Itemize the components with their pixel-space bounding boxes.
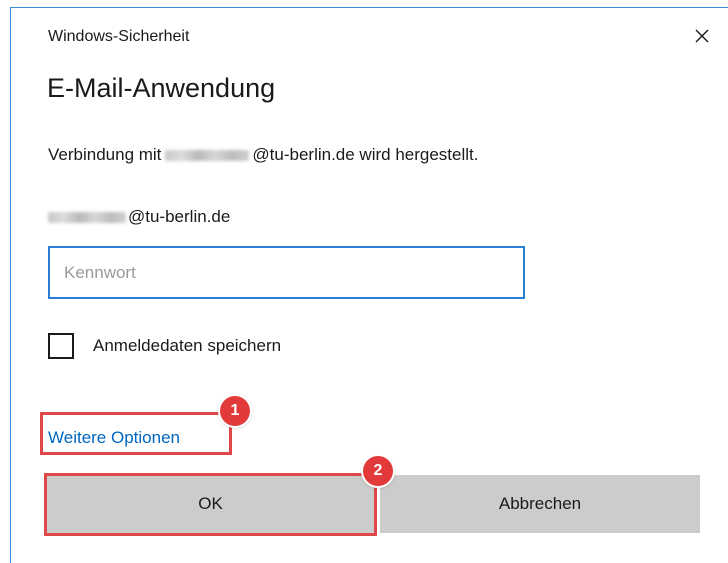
close-icon [695,29,709,43]
cancel-button[interactable]: Abbrechen [380,475,700,533]
password-input[interactable] [48,246,525,299]
title-bar: Windows-Sicherheit [11,8,728,60]
close-button[interactable] [690,24,714,48]
step-badge-2: 2 [363,456,393,486]
window-title: Windows-Sicherheit [48,28,190,45]
connection-prefix: Verbindung mit [48,145,162,164]
ok-button[interactable]: OK [47,475,374,533]
windows-security-dialog: Windows-Sicherheit E-Mail-Anwendung Verb… [10,7,728,563]
account-domain: @tu-berlin.de [128,207,231,226]
remember-credentials-label: Anmeldedaten speichern [93,336,282,355]
step-badge-1: 1 [220,396,250,426]
more-options-link[interactable]: Weitere Optionen [48,428,180,448]
connection-suffix: @tu-berlin.de wird hergestellt. [252,145,479,164]
connection-message: Verbindung mit @tu-berlin.de wird hergest… [48,145,479,165]
app-title: E-Mail-Anwendung [47,73,276,103]
redacted-username [165,150,250,162]
account-name: @tu-berlin.de [48,207,230,227]
redacted-username [48,212,126,224]
remember-credentials-row[interactable]: Anmeldedaten speichern [48,331,281,361]
remember-credentials-checkbox[interactable] [48,333,74,359]
